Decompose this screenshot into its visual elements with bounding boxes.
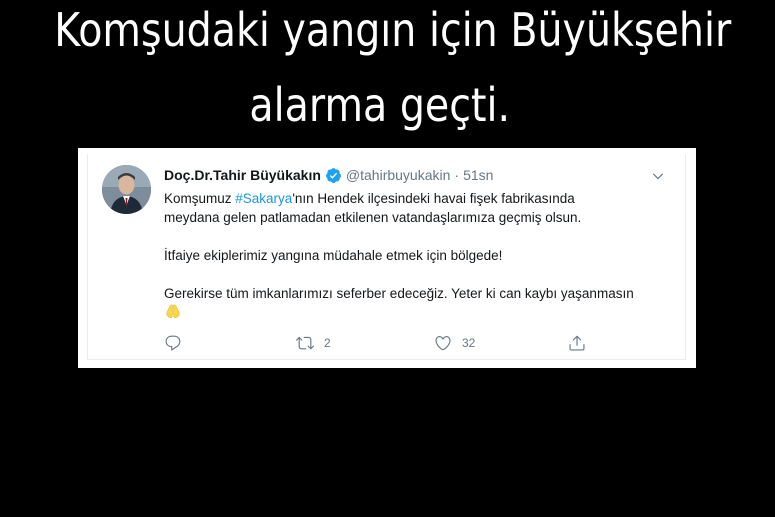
tweet-timestamp[interactable]: 51sn: [463, 167, 493, 183]
retweet-count: 2: [324, 336, 331, 350]
share-icon: [569, 335, 585, 351]
tweet-line-1: Komşumuz #Sakarya'nın Hendek ilçesindeki…: [164, 189, 664, 208]
tweet-paragraph-2: İtfaiye ekiplerimiz yangına müdahale etm…: [164, 248, 503, 263]
tweet-paragraph-3: Gerekirse tüm imkanlarımızı seferber ede…: [164, 286, 634, 301]
tweet-card[interactable]: Doç.Dr.Tahir Büyükakın @tahirbuyukakin ·…: [87, 154, 686, 360]
avatar-portrait-icon: [102, 165, 151, 214]
emoji-line: [164, 303, 664, 324]
verified-badge-icon: [325, 167, 341, 183]
headline-line-1: Komşudaki yangın için Büyükşehir: [54, 3, 732, 57]
tweet-text: Komşumuz #Sakarya'nın Hendek ilçesindeki…: [164, 189, 664, 324]
headline-line-2: alarma geçti.: [249, 78, 511, 132]
author-name[interactable]: Doç.Dr.Tahir Büyükakın: [164, 167, 321, 183]
tweet-line-2: meydana gelen patlamadan etkilenen vatan…: [164, 210, 582, 225]
retweet-icon: [296, 336, 314, 350]
separator-dot: ·: [454, 167, 460, 183]
reply-icon: [165, 335, 181, 351]
tweet-screenshot: Doç.Dr.Tahir Büyükakın @tahirbuyukakin ·…: [78, 148, 696, 368]
avatar[interactable]: [102, 165, 151, 214]
hashtag-link[interactable]: #Sakarya: [235, 191, 292, 206]
retweet-button[interactable]: 2: [296, 334, 331, 352]
tweet-actions: 2 32: [164, 334, 604, 354]
share-button[interactable]: [568, 334, 586, 352]
text-segment: 'nın Hendek ilçesindeki havai fişek fabr…: [292, 191, 575, 206]
like-button[interactable]: 32: [434, 334, 475, 352]
praying-hands-emoji: [166, 304, 180, 319]
text-segment: Komşumuz: [164, 191, 236, 206]
author-handle[interactable]: @tahirbuyukakin: [346, 167, 451, 183]
heart-icon: [435, 336, 451, 351]
like-count: 32: [462, 336, 476, 350]
chevron-down-icon[interactable]: [651, 169, 665, 183]
reply-button[interactable]: [164, 334, 182, 352]
tweet-header: Doç.Dr.Tahir Büyükakın @tahirbuyukakin ·…: [164, 165, 493, 185]
